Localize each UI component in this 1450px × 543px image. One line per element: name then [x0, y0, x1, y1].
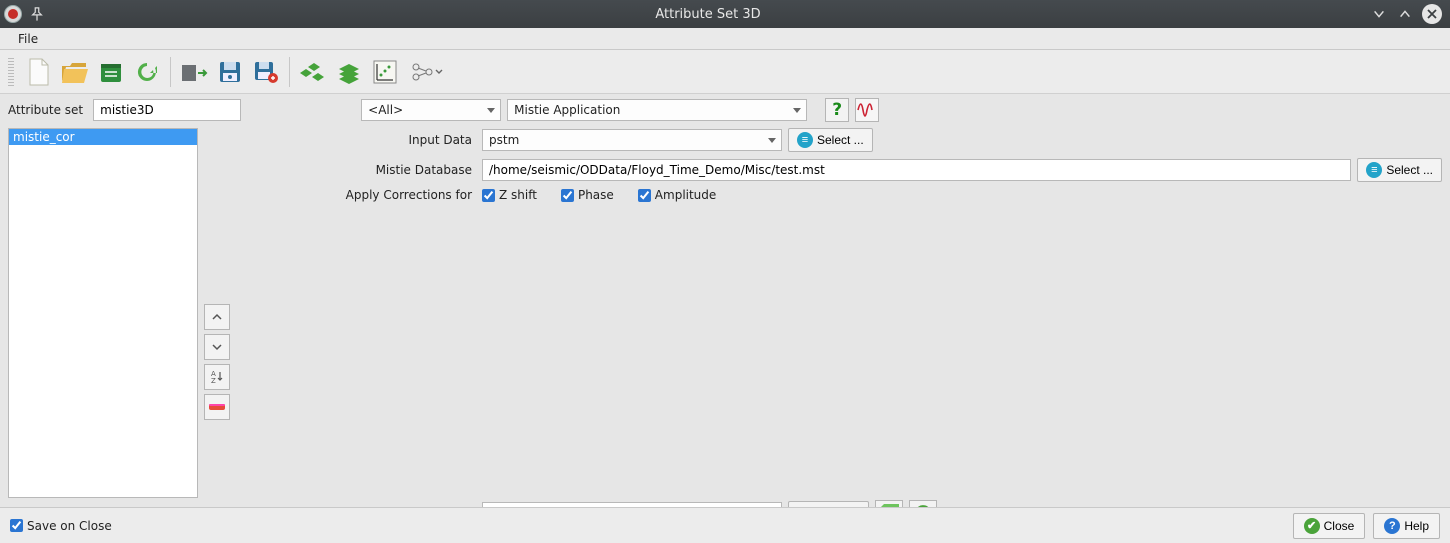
input-data-label: Input Data — [246, 133, 476, 147]
evaluate-stack-icon[interactable] — [332, 55, 366, 89]
sort-button[interactable]: AZ — [204, 364, 230, 390]
wavelet-icon[interactable] — [855, 98, 879, 122]
maximize-button[interactable] — [1396, 5, 1414, 23]
attr-set-label: Attribute set — [8, 103, 87, 117]
amplitude-checkbox[interactable]: Amplitude — [638, 188, 717, 202]
filter-combo[interactable]: <All> — [361, 99, 501, 121]
amplitude-label: Amplitude — [655, 188, 717, 202]
zshift-label: Z shift — [499, 188, 537, 202]
open-icon[interactable] — [58, 55, 92, 89]
minimize-button[interactable] — [1370, 5, 1388, 23]
close-label: Close — [1324, 519, 1355, 533]
list-item[interactable]: mistie_cor — [9, 129, 197, 145]
reload-icon[interactable] — [130, 55, 164, 89]
close-window-button[interactable] — [1422, 4, 1442, 24]
corrections-label: Apply Corrections for — [246, 188, 476, 202]
toolbar — [0, 50, 1450, 94]
input-data-value: pstm — [489, 133, 519, 147]
list-icon: ≡ — [797, 132, 813, 148]
phase-checkbox[interactable]: Phase — [561, 188, 614, 202]
mistie-db-label: Mistie Database — [246, 163, 476, 177]
attr-set-input[interactable] — [93, 99, 241, 121]
mistie-db-select-button[interactable]: ≡ Select ... — [1357, 158, 1442, 182]
window-title: Attribute Set 3D — [46, 7, 1370, 22]
pin-icon[interactable] — [28, 5, 46, 23]
app-icon — [4, 5, 22, 23]
help-label: Help — [1404, 519, 1429, 533]
close-button[interactable]: ✔ Close — [1293, 513, 1366, 539]
remove-button[interactable] — [204, 394, 230, 420]
toolbar-handle — [8, 58, 14, 86]
check-icon: ✔ — [1304, 518, 1320, 534]
input-data-select-button[interactable]: ≡ Select ... — [788, 128, 873, 152]
bottom-bar: Save on Close ✔ Close ? Help — [0, 507, 1450, 543]
save-on-close-checkbox[interactable]: Save on Close — [10, 519, 112, 533]
help-button[interactable]: ? Help — [1373, 513, 1440, 539]
attr-type-combo-value: Mistie Application — [514, 103, 620, 117]
move-down-button[interactable] — [204, 334, 230, 360]
graph-icon[interactable] — [404, 55, 448, 89]
default-set-icon[interactable] — [94, 55, 128, 89]
attribute-list[interactable]: mistie_cor — [8, 128, 198, 498]
filter-combo-value: <All> — [368, 103, 403, 117]
select-label: Select ... — [817, 133, 864, 147]
zshift-checkbox[interactable]: Z shift — [482, 188, 537, 202]
question-icon: ? — [1384, 518, 1400, 534]
mistie-db-input[interactable] — [482, 159, 1351, 181]
input-data-combo[interactable]: pstm — [482, 129, 782, 151]
import-icon[interactable] — [177, 55, 211, 89]
phase-label: Phase — [578, 188, 614, 202]
menubar: File — [0, 28, 1450, 50]
select-label: Select ... — [1386, 163, 1433, 177]
save-as-icon[interactable] — [249, 55, 283, 89]
menu-file[interactable]: File — [10, 30, 46, 48]
save-icon[interactable] — [213, 55, 247, 89]
help-icon[interactable]: ? — [825, 98, 849, 122]
svg-text:Z: Z — [211, 377, 216, 385]
save-on-close-label: Save on Close — [27, 519, 112, 533]
attr-type-combo[interactable]: Mistie Application — [507, 99, 807, 121]
move-up-button[interactable] — [204, 304, 230, 330]
crossplot-icon[interactable] — [368, 55, 402, 89]
new-icon[interactable] — [22, 55, 56, 89]
list-icon: ≡ — [1366, 162, 1382, 178]
window-titlebar: Attribute Set 3D — [0, 0, 1450, 28]
evaluate-multi-icon[interactable] — [296, 55, 330, 89]
